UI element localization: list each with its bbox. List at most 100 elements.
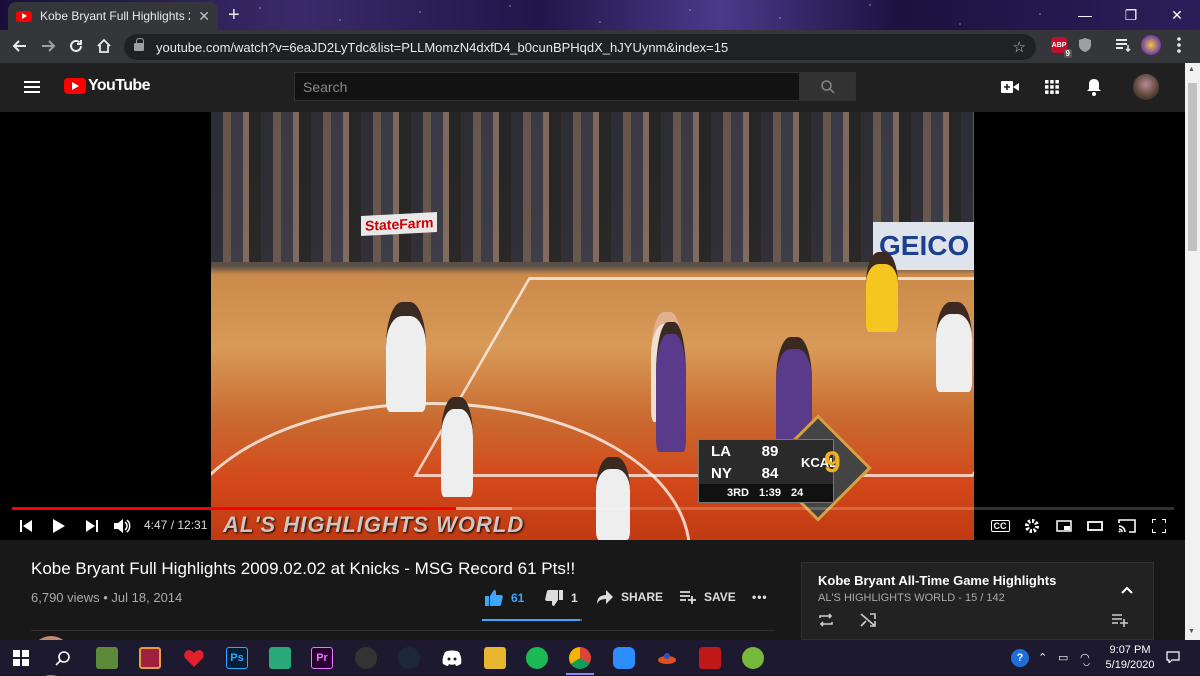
video-title: Kobe Bryant Full Highlights 2009.02.02 a… <box>31 559 576 578</box>
next-video-icon[interactable] <box>80 514 104 538</box>
browser-tab-active[interactable]: Kobe Bryant Full Highlights 2009. ✕ <box>8 2 218 30</box>
restore-button[interactable]: ❐ <box>1108 0 1154 30</box>
scoreboard: LA 89 NY 84 3RD 1:39 24 <box>698 439 834 503</box>
notifications-icon[interactable] <box>1166 651 1180 666</box>
chrome-icon[interactable] <box>569 647 591 669</box>
crowd-background <box>211 112 974 262</box>
shuffle-icon[interactable] <box>860 613 876 631</box>
back-arrow-icon[interactable] <box>6 32 34 60</box>
battery-icon[interactable]: ▭ <box>1058 651 1068 664</box>
miniplayer-icon[interactable] <box>1052 514 1076 538</box>
more-actions-button[interactable]: ••• <box>752 590 768 604</box>
utility-app-icon[interactable] <box>742 647 764 669</box>
dislike-button[interactable]: 1 <box>545 590 578 606</box>
notifications-bell-icon[interactable] <box>1084 77 1104 97</box>
scoreboard-clock-row: 3RD 1:39 24 <box>699 484 833 502</box>
reading-list-icon[interactable] <box>1112 34 1134 56</box>
playlist-subtitle: AL'S HIGHLIGHTS WORLD - 15 / 142 <box>818 592 1005 604</box>
obs-icon[interactable] <box>355 647 377 669</box>
home-icon[interactable] <box>90 32 118 60</box>
theater-mode-icon[interactable] <box>1083 514 1107 538</box>
reload-icon[interactable] <box>62 32 90 60</box>
team-away: LA <box>711 442 731 460</box>
page-scrollbar[interactable]: ▲ ▼ <box>1185 63 1200 640</box>
minimize-button[interactable]: — <box>1062 0 1108 30</box>
bookmark-star-icon[interactable]: ☆ <box>1013 38 1026 56</box>
thumbs-down-icon <box>545 590 563 606</box>
dislike-count: 1 <box>571 591 578 605</box>
share-arrow-icon <box>597 590 613 604</box>
save-label: SAVE <box>704 590 736 604</box>
apps-grid-icon[interactable] <box>1042 77 1062 97</box>
video-frame[interactable]: StateFarm GEICO LA 89 NY 84 3RD 1:39 24 <box>211 112 974 540</box>
browser-menu-icon[interactable] <box>1168 34 1190 56</box>
like-button[interactable]: 61 <box>485 590 524 606</box>
profile-avatar-icon[interactable] <box>1140 34 1162 56</box>
steam-icon[interactable] <box>398 647 420 669</box>
search-button[interactable] <box>799 72 856 101</box>
team-home: NY <box>711 464 732 482</box>
system-clock[interactable]: 9:07 PM 5/19/2020 <box>1100 643 1160 673</box>
photoshop-icon[interactable]: Ps <box>226 647 248 669</box>
volume-icon[interactable] <box>111 514 135 538</box>
kcal-channel-number: 9 <box>824 446 841 479</box>
file-explorer-icon[interactable] <box>484 647 506 669</box>
discord-icon[interactable] <box>441 647 463 669</box>
tray-chevron-icon[interactable]: ⌃ <box>1038 651 1047 664</box>
premiere-icon[interactable]: Pr <box>311 647 333 669</box>
collapse-chevron-icon[interactable] <box>1121 581 1133 597</box>
fullscreen-icon[interactable] <box>1147 514 1171 538</box>
share-label: SHARE <box>621 590 664 604</box>
knicks-player-figure <box>441 397 473 497</box>
playlist-add-icon[interactable] <box>1112 613 1128 631</box>
shield-extension-icon[interactable] <box>1074 34 1096 56</box>
settings-gear-icon[interactable] <box>1020 514 1044 538</box>
close-window-button[interactable]: ✕ <box>1154 0 1200 30</box>
game-app-icon[interactable] <box>269 647 291 669</box>
search-input[interactable]: Search <box>294 72 800 101</box>
previous-video-icon[interactable] <box>14 514 38 538</box>
forward-arrow-icon[interactable] <box>34 32 62 60</box>
game-app-icon[interactable] <box>656 647 678 669</box>
youtube-logo-icon <box>64 78 86 94</box>
zoom-icon[interactable] <box>613 647 635 669</box>
loop-playlist-icon[interactable] <box>818 613 834 631</box>
create-video-icon[interactable] <box>1000 77 1020 97</box>
address-bar[interactable]: youtube.com/watch?v=6eaJD2LyTdc&list=PLL… <box>124 34 1036 60</box>
youtube-favicon-icon <box>16 10 32 22</box>
media-app-icon[interactable] <box>139 647 161 669</box>
progress-bar[interactable] <box>12 507 1174 510</box>
adblock-plus-extension[interactable]: ABP 9 <box>1048 34 1072 58</box>
score-home: 84 <box>761 464 779 482</box>
new-tab-button[interactable]: + <box>228 4 240 27</box>
youtube-masthead: YouTube Search <box>0 63 1185 112</box>
browser-toolbar: youtube.com/watch?v=6eaJD2LyTdc&list=PLL… <box>0 30 1200 63</box>
scroll-up-arrow-icon[interactable]: ▲ <box>1188 66 1195 73</box>
playlist-title[interactable]: Kobe Bryant All-Time Game Highlights <box>818 573 1056 588</box>
shield-app-icon[interactable] <box>699 647 721 669</box>
cast-icon[interactable] <box>1115 514 1139 538</box>
windows-start-icon[interactable] <box>10 647 32 669</box>
heart-app-icon[interactable] <box>183 647 205 669</box>
score-away: 89 <box>761 442 779 460</box>
youtube-logo[interactable]: YouTube <box>64 77 150 95</box>
tab-close-icon[interactable]: ✕ <box>198 8 210 25</box>
play-icon[interactable] <box>47 514 71 538</box>
minecraft-icon[interactable] <box>96 647 118 669</box>
address-url[interactable]: youtube.com/watch?v=6eaJD2LyTdc&list=PLL… <box>156 40 1013 55</box>
youtube-logo-text: YouTube <box>88 77 150 94</box>
captions-button[interactable]: CC <box>988 514 1012 538</box>
wifi-strength-icon: ◡ <box>1083 658 1090 667</box>
scrollbar-thumb[interactable] <box>1188 83 1197 251</box>
thumbs-up-icon <box>485 590 503 606</box>
quarter: 3RD <box>727 487 750 499</box>
save-button[interactable]: SAVE <box>680 590 736 604</box>
spotify-icon[interactable] <box>526 647 548 669</box>
scroll-down-arrow-icon[interactable]: ▼ <box>1188 628 1195 635</box>
search-icon[interactable] <box>52 647 74 669</box>
share-button[interactable]: SHARE <box>597 590 663 604</box>
guide-menu-icon[interactable] <box>24 81 40 93</box>
video-player[interactable]: StateFarm GEICO LA 89 NY 84 3RD 1:39 24 <box>0 112 1185 540</box>
account-avatar[interactable] <box>1133 74 1159 100</box>
help-icon[interactable]: ? <box>1011 649 1029 667</box>
